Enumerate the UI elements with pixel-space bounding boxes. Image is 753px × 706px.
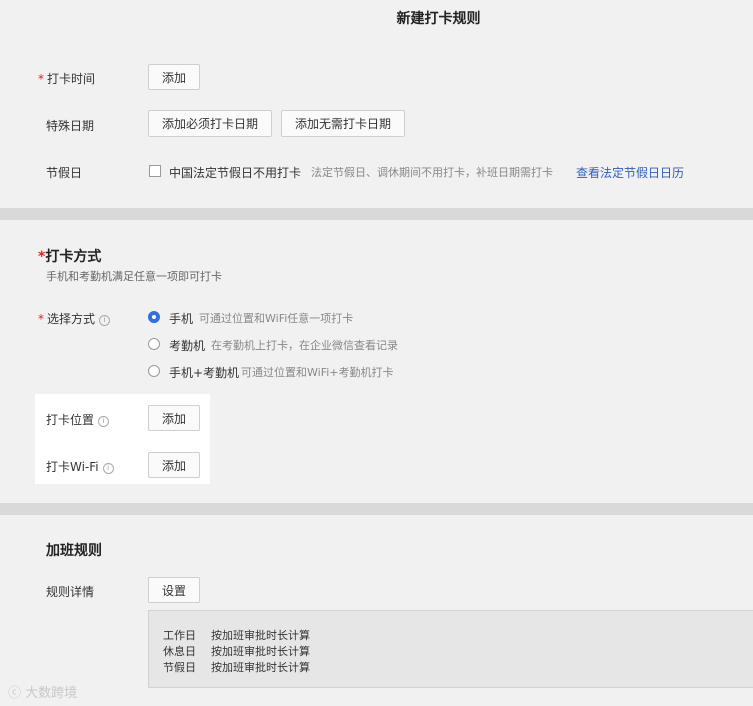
info-icon[interactable]: i xyxy=(102,463,114,474)
rule-row-holiday: 节假日 按加班审批时长计算 xyxy=(163,661,310,674)
checkin-wifi-label: 打卡Wi-Fi i xyxy=(46,458,114,475)
overtime-settings-button[interactable]: 设置 xyxy=(148,577,201,603)
holidays-label: 节假日 xyxy=(46,166,83,180)
required-mark: * xyxy=(38,72,44,86)
option-both-name: 手机+考勤机 xyxy=(169,366,240,380)
add-wifi-button[interactable]: 添加 xyxy=(148,452,201,478)
radio-phone-and-machine[interactable] xyxy=(148,365,160,377)
rule-row-restday: 休息日 按加班审批时长计算 xyxy=(163,645,310,658)
holiday-checkbox-label: 中国法定节假日不用打卡 xyxy=(169,166,302,180)
holiday-calendar-link[interactable]: 查看法定节假日日历 xyxy=(576,164,684,181)
method-subtitle: 手机和考勤机满足任意一项即可打卡 xyxy=(46,270,222,283)
page-title: 新建打卡规则 xyxy=(396,11,481,27)
method-section-title: *打卡方式 xyxy=(38,249,102,265)
required-mark: * xyxy=(38,312,44,326)
info-icon[interactable]: i xyxy=(99,315,111,326)
add-not-required-date-button[interactable]: 添加无需打卡日期 xyxy=(281,110,406,137)
rule-detail-label: 规则详情 xyxy=(46,585,95,599)
option-phone-name: 手机 xyxy=(169,312,194,326)
section-divider xyxy=(0,208,753,220)
radio-attendance-machine[interactable] xyxy=(148,338,160,350)
section-divider xyxy=(0,503,753,515)
option-machine-desc: 在考勤机上打卡，在企业微信查看记录 xyxy=(211,339,398,352)
holiday-hint: 法定节假日、调休期间不用打卡，补班日期需打卡 xyxy=(311,166,553,179)
checkin-location-label: 打卡位置 i xyxy=(46,411,110,428)
select-method-label: * 选择方式 i xyxy=(38,310,111,327)
watermark-logo-icon: ⓒ xyxy=(8,686,26,701)
overtime-section-title: 加班规则 xyxy=(46,543,102,559)
radio-phone[interactable] xyxy=(148,311,160,323)
add-location-button[interactable]: 添加 xyxy=(148,405,201,431)
special-dates-label: 特殊日期 xyxy=(46,119,95,133)
watermark: ⓒ 大数跨境 xyxy=(8,686,78,701)
checkin-time-label: * 打卡时间 xyxy=(38,72,96,86)
option-phone-desc: 可通过位置和WiFi任意一项打卡 xyxy=(199,312,354,325)
add-checkin-time-button[interactable]: 添加 xyxy=(148,64,201,90)
holiday-checkbox[interactable] xyxy=(149,165,161,177)
option-machine-name: 考勤机 xyxy=(169,339,206,353)
rule-row-workday: 工作日 按加班审批时长计算 xyxy=(163,629,310,642)
option-both-desc: 可通过位置和WiFi+考勤机打卡 xyxy=(241,366,394,379)
info-icon[interactable]: i xyxy=(98,416,110,427)
add-required-date-button[interactable]: 添加必须打卡日期 xyxy=(148,110,273,137)
